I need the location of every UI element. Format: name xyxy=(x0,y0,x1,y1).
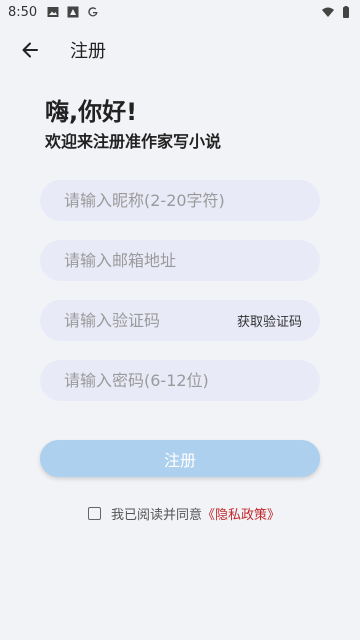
nickname-input[interactable] xyxy=(64,191,320,210)
register-button[interactable]: 注册 xyxy=(40,440,320,477)
get-code-button[interactable]: 获取验证码 xyxy=(237,311,302,330)
agreement-checkbox[interactable] xyxy=(88,506,101,520)
password-input[interactable] xyxy=(64,371,320,390)
nickname-field xyxy=(40,180,320,221)
page-title: 注册 xyxy=(70,41,106,62)
password-field xyxy=(40,360,320,401)
agreement-row: 我已阅读并同意 《隐私政策》 xyxy=(88,502,280,524)
verification-code-input[interactable] xyxy=(64,311,237,330)
image-icon xyxy=(47,7,59,17)
greeting-title: 嗨,你好! xyxy=(45,98,138,126)
agreement-text: 我已阅读并同意 xyxy=(111,507,203,523)
verification-code-field: 获取验证码 xyxy=(40,300,320,341)
privacy-policy-link[interactable]: 《隐私政策》 xyxy=(202,504,280,523)
arrow-left-icon xyxy=(22,42,38,58)
battery-icon xyxy=(343,6,349,18)
news-icon xyxy=(67,6,79,18)
status-time: 8:50 xyxy=(8,4,38,20)
google-icon xyxy=(88,7,98,17)
app-bar: 注册 xyxy=(0,24,360,76)
email-field xyxy=(40,240,320,281)
email-input[interactable] xyxy=(64,251,320,270)
wifi-icon xyxy=(322,7,334,17)
greeting-subtitle: 欢迎来注册准作家写小说 xyxy=(45,132,222,151)
status-bar: 8:50 xyxy=(0,0,360,24)
back-button[interactable] xyxy=(2,24,58,76)
